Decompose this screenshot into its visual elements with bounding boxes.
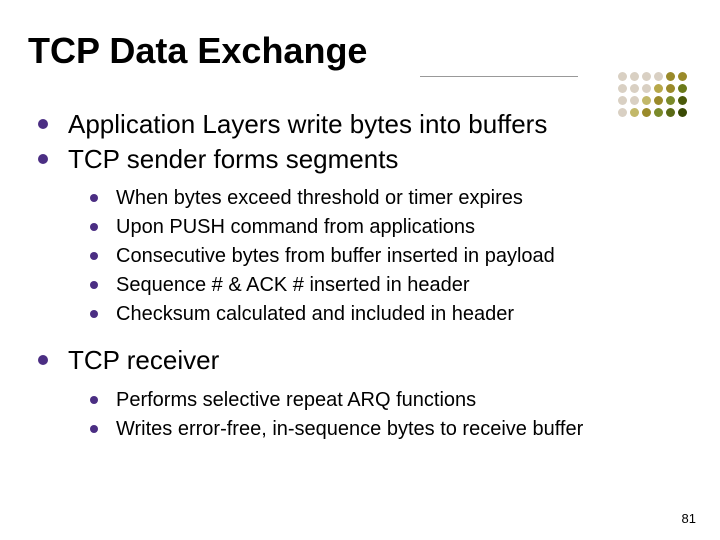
sub-bullet-text: When bytes exceed threshold or timer exp… bbox=[116, 187, 523, 209]
decor-dot bbox=[618, 72, 627, 81]
slide-title: TCP Data Exchange bbox=[28, 30, 367, 72]
decor-dot bbox=[666, 84, 675, 93]
decor-dot bbox=[678, 96, 687, 105]
sub-bullet-text: Upon PUSH command from applications bbox=[116, 216, 475, 238]
decor-dot bbox=[654, 72, 663, 81]
bullet-list: Application Layers write bytes into buff… bbox=[36, 108, 676, 443]
decor-dot bbox=[642, 84, 651, 93]
decor-dot bbox=[618, 84, 627, 93]
spacer bbox=[36, 336, 676, 342]
bullet-text: TCP sender forms segments bbox=[68, 144, 398, 174]
sub-bullet-item: Consecutive bytes from buffer inserted i… bbox=[88, 243, 676, 270]
sub-bullet-list: When bytes exceed threshold or timer exp… bbox=[68, 185, 676, 328]
decor-dot bbox=[642, 72, 651, 81]
sub-bullet-text: Consecutive bytes from buffer inserted i… bbox=[116, 245, 555, 267]
sub-bullet-item: When bytes exceed threshold or timer exp… bbox=[88, 185, 676, 212]
sub-bullet-item: Sequence # & ACK # inserted in header bbox=[88, 272, 676, 299]
sub-bullet-text: Checksum calculated and included in head… bbox=[116, 303, 514, 325]
bullet-text: TCP receiver bbox=[68, 345, 219, 375]
bullet-item: Application Layers write bytes into buff… bbox=[36, 108, 676, 141]
sub-bullet-list: Performs selective repeat ARQ functions … bbox=[68, 387, 676, 443]
sub-bullet-item: Upon PUSH command from applications bbox=[88, 214, 676, 241]
decor-dot bbox=[630, 72, 639, 81]
decor-dot bbox=[630, 84, 639, 93]
decor-dot bbox=[666, 96, 675, 105]
bullet-item: TCP receiver Performs selective repeat A… bbox=[36, 344, 676, 443]
sub-bullet-text: Sequence # & ACK # inserted in header bbox=[116, 274, 470, 296]
sub-bullet-text: Performs selective repeat ARQ functions bbox=[116, 389, 476, 411]
decor-dot bbox=[678, 72, 687, 81]
decor-dot bbox=[618, 96, 627, 105]
decor-dot bbox=[678, 108, 687, 117]
sub-bullet-item: Writes error-free, in-sequence bytes to … bbox=[88, 416, 676, 443]
decor-dot bbox=[666, 72, 675, 81]
bullet-text: Application Layers write bytes into buff… bbox=[68, 109, 547, 139]
page-number: 81 bbox=[682, 511, 696, 526]
slide: TCP Data Exchange Application Layers wri… bbox=[0, 0, 720, 540]
decor-dot bbox=[654, 84, 663, 93]
sub-bullet-text: Writes error-free, in-sequence bytes to … bbox=[116, 418, 583, 440]
decor-dot bbox=[642, 96, 651, 105]
decor-dot bbox=[630, 96, 639, 105]
decor-dot bbox=[654, 96, 663, 105]
title-underline bbox=[420, 76, 578, 77]
bullet-item: TCP sender forms segments When bytes exc… bbox=[36, 143, 676, 329]
content-area: Application Layers write bytes into buff… bbox=[36, 108, 676, 451]
sub-bullet-item: Checksum calculated and included in head… bbox=[88, 301, 676, 328]
sub-bullet-item: Performs selective repeat ARQ functions bbox=[88, 387, 676, 414]
decor-dot bbox=[678, 84, 687, 93]
